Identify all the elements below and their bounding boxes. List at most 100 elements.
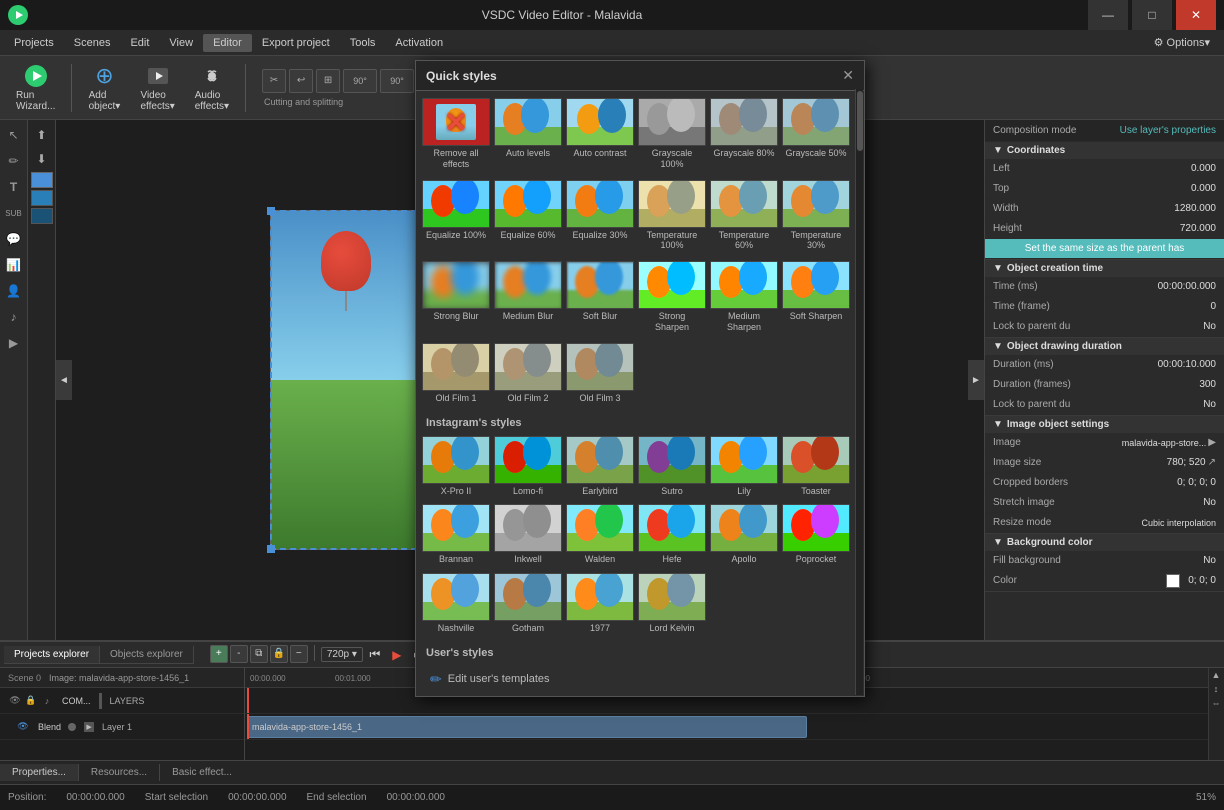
menu-view[interactable]: View (159, 34, 203, 52)
canvas-nav-left[interactable]: ◄ (56, 360, 72, 400)
qs-toaster[interactable]: Toaster (782, 433, 850, 500)
run-wizard-button[interactable]: RunWizard... (8, 60, 63, 116)
qs-hefe[interactable]: Hefe (638, 501, 706, 568)
panel-up-btn[interactable]: ▲ (1209, 668, 1223, 682)
qs-auto-levels[interactable]: Auto levels (494, 95, 562, 173)
rotate-left[interactable]: 90° (343, 69, 377, 93)
qs-soft-blur[interactable]: Soft Blur (566, 258, 634, 336)
color-swatch[interactable] (1166, 574, 1180, 588)
scene-thumb-1[interactable] (31, 172, 53, 188)
nav-up[interactable]: ⬆ (31, 124, 53, 146)
qs-sutro[interactable]: Sutro (638, 433, 706, 500)
close-button[interactable]: ✕ (1176, 0, 1216, 30)
basic-effects-tab[interactable]: Basic effect... (160, 764, 244, 781)
pointer-tool[interactable]: ↖ (3, 124, 25, 146)
edit-user-templates-item[interactable]: ✏ Edit user's templates (426, 667, 854, 692)
properties-tab[interactable]: Properties... (0, 764, 79, 781)
video-tool[interactable]: ▶ (3, 332, 25, 354)
menu-activation[interactable]: Activation (385, 34, 453, 52)
qs-equalize-100[interactable]: Equalize 100% (422, 177, 490, 255)
resources-tab[interactable]: Resources... (79, 764, 160, 781)
scene-thumb-3[interactable] (31, 208, 53, 224)
window-controls[interactable]: — □ ✕ (1088, 0, 1216, 30)
qs-brannan[interactable]: Brannan (422, 501, 490, 568)
panel-down-btn[interactable]: ↕ (1209, 682, 1223, 696)
qs-medium-blur[interactable]: Medium Blur (494, 258, 562, 336)
image-settings-header[interactable]: ▼ Image object settings (985, 416, 1224, 433)
menu-tools[interactable]: Tools (340, 34, 386, 52)
qs-walden[interactable]: Walden (566, 501, 634, 568)
lock-btn[interactable]: 🔒 (270, 645, 288, 663)
menu-edit[interactable]: Edit (120, 34, 159, 52)
popup-scroll-thumb[interactable] (857, 91, 863, 151)
qs-grayscale-80[interactable]: Grayscale 80% (710, 95, 778, 173)
drawing-duration-header[interactable]: ▼ Object drawing duration (985, 338, 1224, 355)
video-clip[interactable]: malavida-app-store-1456_1 (247, 716, 807, 738)
qs-auto-contrast[interactable]: Auto contrast (566, 95, 634, 173)
minus-btn2[interactable]: − (290, 645, 308, 663)
draw-tool[interactable]: ✏ (3, 150, 25, 172)
menu-projects[interactable]: Projects (4, 34, 64, 52)
playhead[interactable] (247, 688, 249, 713)
qs-inkwell[interactable]: Inkwell (494, 501, 562, 568)
group-btn[interactable]: ⧉ (250, 645, 268, 663)
layer-eye-btn[interactable]: 👁 (16, 720, 30, 734)
menu-export[interactable]: Export project (252, 34, 340, 52)
image-size-link-icon[interactable]: ↗ (1208, 457, 1216, 468)
track-eye-btn[interactable]: 👁 (8, 694, 22, 708)
scene-thumb-2[interactable] (31, 190, 53, 206)
qs-grayscale-50[interactable]: Grayscale 50% (782, 95, 850, 173)
image-browse-icon[interactable]: ▶ (1208, 437, 1216, 448)
qs-medium-sharpen[interactable]: Medium Sharpen (710, 258, 778, 336)
play-btn[interactable]: ▶ (387, 645, 407, 665)
add-track-btn[interactable]: + (210, 645, 228, 663)
same-size-row[interactable]: Set the same size as the parent has (985, 239, 1224, 259)
qs-temp-30[interactable]: Temperature 30% (782, 177, 850, 255)
qs-old-film-1[interactable]: Old Film 1 (422, 340, 490, 407)
qs-lomo-fi[interactable]: Lomo-fi (494, 433, 562, 500)
grid-tool[interactable]: ⊞ (316, 69, 340, 93)
qs-poprocket[interactable]: Poprocket (782, 501, 850, 568)
video-effects-button[interactable]: Videoeffects▾ (132, 60, 182, 116)
qs-old-film-3[interactable]: Old Film 3 (566, 340, 634, 407)
qs-remove-all[interactable]: ✕ Remove all effects (422, 95, 490, 173)
qs-earlybird[interactable]: Earlybird (566, 433, 634, 500)
nav-down[interactable]: ⬇ (31, 148, 53, 170)
text-tool[interactable]: T (3, 176, 25, 198)
canvas-nav-right[interactable]: ► (968, 360, 984, 400)
cut-tool[interactable]: ✂ (262, 69, 286, 93)
qs-temp-100[interactable]: Temperature 100% (638, 177, 706, 255)
qs-old-film-2[interactable]: Old Film 2 (494, 340, 562, 407)
options-button[interactable]: ⚙ Options▾ (1144, 33, 1220, 52)
remove-track-btn[interactable]: - (230, 645, 248, 663)
qs-nashville[interactable]: Nashville (422, 570, 490, 637)
qs-grayscale-100[interactable]: Grayscale 100% (638, 95, 706, 173)
res-select[interactable]: 720p ▾ (321, 647, 363, 662)
qs-lord-kelvin[interactable]: Lord Kelvin (638, 570, 706, 637)
bubble-tool[interactable]: 💬 (3, 228, 25, 250)
play-prev[interactable]: ⏮ (365, 645, 385, 665)
coordinates-header[interactable]: ▼ Coordinates (985, 142, 1224, 159)
subtitle-tool[interactable]: SUB (3, 202, 25, 224)
rotate-right[interactable]: 90° (380, 69, 414, 93)
qs-strong-sharpen[interactable]: Strong Sharpen (638, 258, 706, 336)
creation-time-header[interactable]: ▼ Object creation time (985, 260, 1224, 277)
panel-right-btn[interactable]: ⇔ (1209, 696, 1223, 710)
quick-styles-close[interactable]: ✕ (842, 67, 854, 84)
qs-xpro2[interactable]: X-Pro II (422, 433, 490, 500)
music-tool[interactable]: ♪ (3, 306, 25, 328)
menu-scenes[interactable]: Scenes (64, 34, 121, 52)
qs-apollo[interactable]: Apollo (710, 501, 778, 568)
track-expand[interactable] (99, 693, 102, 709)
qs-equalize-30[interactable]: Equalize 30% (566, 177, 634, 255)
arrow-tool[interactable]: ↩ (289, 69, 313, 93)
minimize-button[interactable]: — (1088, 0, 1128, 30)
bg-color-header[interactable]: ▼ Background color (985, 534, 1224, 551)
maximize-button[interactable]: □ (1132, 0, 1172, 30)
qs-gotham[interactable]: Gotham (494, 570, 562, 637)
track-lock-btn[interactable]: 🔒 (24, 694, 38, 708)
qs-lily[interactable]: Lily (710, 433, 778, 500)
person-tool[interactable]: 👤 (3, 280, 25, 302)
qs-equalize-60[interactable]: Equalize 60% (494, 177, 562, 255)
objects-explorer-tab[interactable]: Objects explorer (100, 646, 194, 663)
